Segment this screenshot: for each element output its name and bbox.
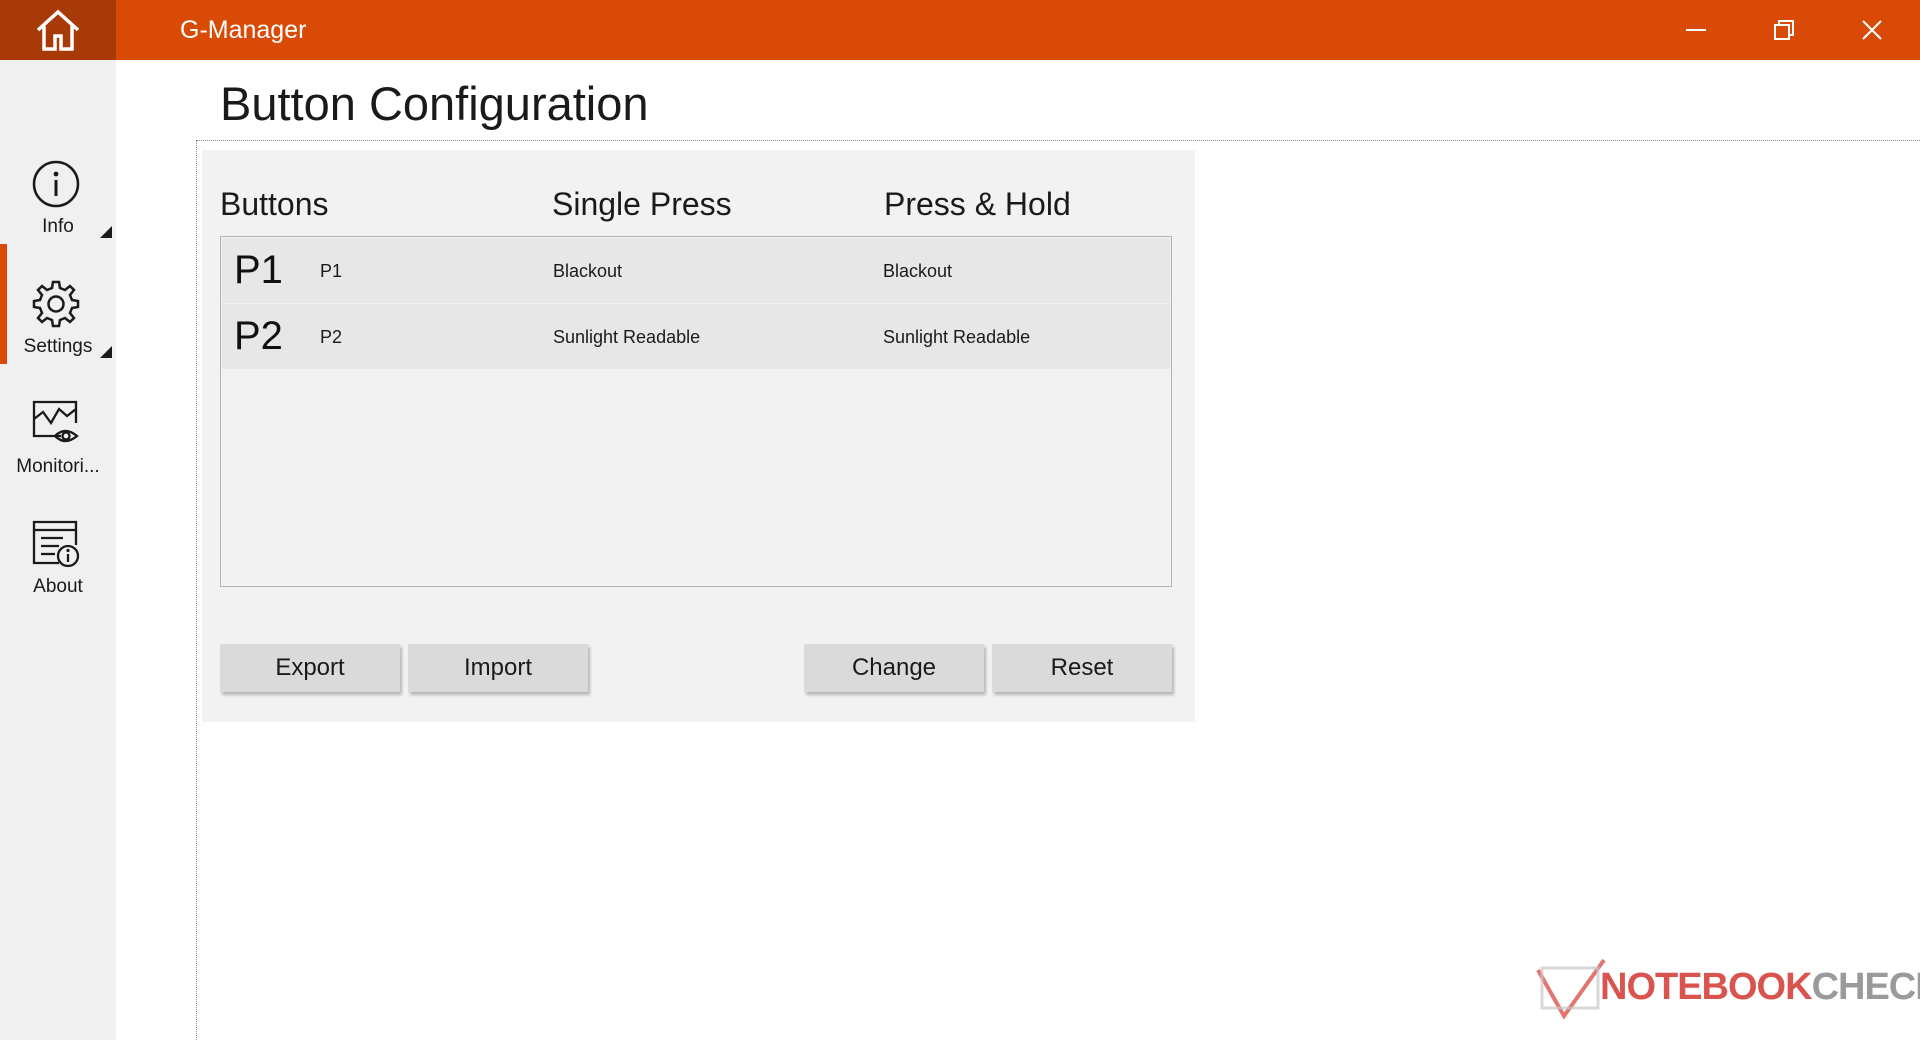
column-header-press-hold: Press & Hold <box>884 186 1071 222</box>
watermark-text-part2: CHECK <box>1811 966 1920 1008</box>
watermark-text: NOTEBOOKCHECK <box>1600 964 1920 1010</box>
sidebar-item-about[interactable]: About <box>0 518 116 638</box>
button-key: P1 <box>234 248 283 292</box>
press-hold-value: Sunlight Readable <box>883 327 1031 347</box>
reset-button[interactable]: Reset <box>992 644 1172 692</box>
sidebar-item-label: Settings <box>23 336 93 357</box>
restore-button[interactable] <box>1740 0 1828 60</box>
table-row[interactable]: P1 P1 Blackout Blackout <box>222 238 1170 303</box>
press-hold-value: Blackout <box>883 261 953 281</box>
notebookcheck-watermark: NOTEBOOKCHECK <box>1534 950 1920 1030</box>
expand-corner-icon <box>100 226 112 238</box>
minimize-icon <box>1686 29 1706 31</box>
app-window: G-Manager Info Settings Monitori... Abou… <box>0 0 1920 1040</box>
import-button[interactable]: Import <box>408 644 588 692</box>
title-bar: G-Manager <box>0 0 1920 60</box>
change-button[interactable]: Change <box>804 644 984 692</box>
button-name: P1 <box>320 261 343 281</box>
sidebar-item-label: About <box>33 576 83 597</box>
app-title: G-Manager <box>180 16 307 44</box>
sidebar-item-monitoring[interactable]: Monitori... <box>0 398 116 518</box>
button-name: P2 <box>320 327 343 347</box>
document-info-icon <box>32 520 80 568</box>
column-header-single-press: Single Press <box>552 186 732 222</box>
single-press-value: Sunlight Readable <box>553 327 701 347</box>
restore-icon <box>1774 20 1794 40</box>
sidebar-item-label: Monitori... <box>16 456 100 477</box>
button-key: P2 <box>234 314 283 358</box>
button-list[interactable]: P1 P1 Blackout Blackout P2 P2 Sunlight R… <box>220 236 1172 587</box>
watermark-text-part1: NOTEBOOK <box>1600 966 1813 1008</box>
monitor-eye-icon <box>32 400 79 443</box>
minimize-button[interactable] <box>1652 0 1740 60</box>
export-button[interactable]: Export <box>220 644 400 692</box>
home-icon <box>36 9 80 51</box>
close-icon <box>1862 20 1882 40</box>
sidebar-item-settings[interactable]: Settings <box>0 278 116 398</box>
gear-icon <box>32 280 80 328</box>
info-circle-icon <box>32 160 80 208</box>
watermark-logo-icon <box>1536 958 1606 1020</box>
single-press-value: Blackout <box>553 261 623 281</box>
close-button[interactable] <box>1828 0 1916 60</box>
column-header-buttons: Buttons <box>220 186 329 222</box>
page-title: Button Configuration <box>220 77 649 130</box>
home-button[interactable] <box>0 0 116 60</box>
table-row[interactable]: P2 P2 Sunlight Readable Sunlight Readabl… <box>222 304 1170 369</box>
expand-corner-icon <box>100 346 112 358</box>
sidebar-item-info[interactable]: Info <box>0 158 116 278</box>
sidebar-item-label: Info <box>42 216 74 237</box>
